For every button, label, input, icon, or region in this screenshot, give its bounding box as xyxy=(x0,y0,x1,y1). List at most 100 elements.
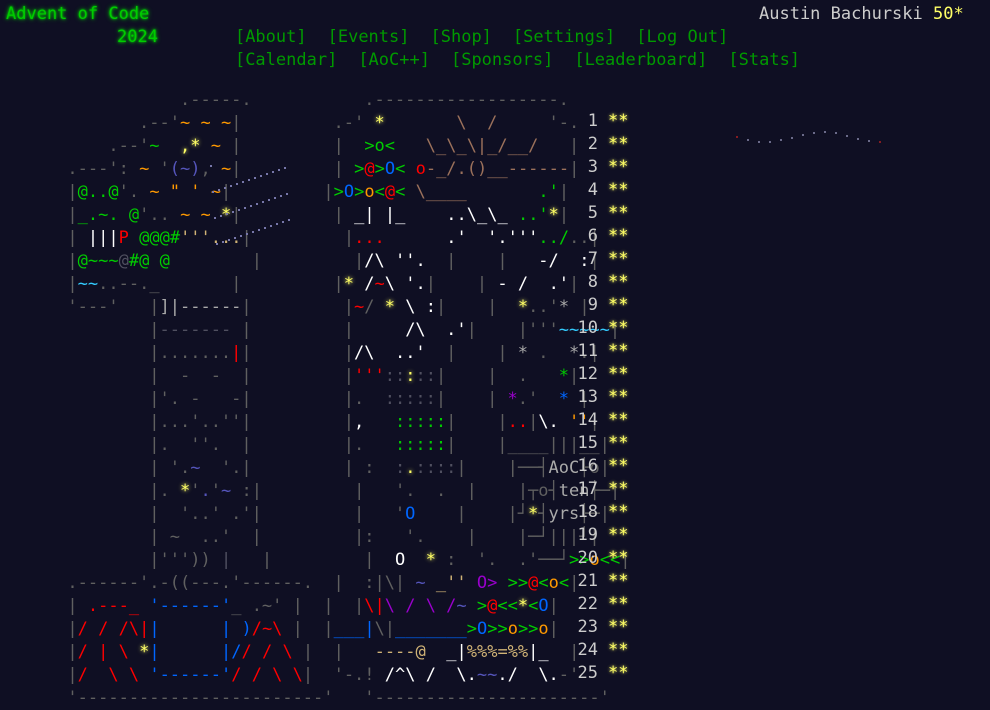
day-stars: ** xyxy=(608,111,629,131)
sparkle-dot xyxy=(758,141,760,143)
sparkle-dot xyxy=(780,139,782,141)
calendar-day-14-link[interactable]: 14 ** xyxy=(560,409,640,432)
day-number: 8 xyxy=(587,272,598,292)
day-stars: ** xyxy=(608,663,629,683)
calendar-day-19-link[interactable]: 19 ** xyxy=(560,524,640,547)
nav-sponsors-link[interactable]: [Sponsors] xyxy=(451,50,553,70)
calendar-day-20-link[interactable]: 20 ** xyxy=(560,547,640,570)
day-stars: ** xyxy=(608,456,629,476)
day-stars: ** xyxy=(608,364,629,384)
calendar-day-13-link[interactable]: 13 ** xyxy=(560,386,640,409)
calendar-day-12-link[interactable]: 12 ** xyxy=(560,363,640,386)
snowflake-dot xyxy=(270,225,272,227)
sparkle-dot xyxy=(879,141,881,143)
calendar-day-8-link[interactable]: 8 ** xyxy=(560,271,640,294)
snowflake-dot xyxy=(254,177,256,179)
day-number: 1 xyxy=(587,111,598,131)
snowflake-dot xyxy=(242,181,244,183)
nav-leaderboard-link[interactable]: [Leaderboard] xyxy=(574,50,707,70)
sparkle-trail-decoration xyxy=(736,128,896,152)
day-number: 5 xyxy=(587,203,598,223)
day-number: 9 xyxy=(587,295,598,315)
calendar-day-25-link[interactable]: 25 ** xyxy=(560,662,640,685)
sparkle-dot xyxy=(846,135,848,137)
calendar-day-16-link[interactable]: 16 ** xyxy=(560,455,640,478)
day-stars: ** xyxy=(608,525,629,545)
day-stars: ** xyxy=(608,571,629,591)
user-star-count: 50* xyxy=(933,4,964,24)
day-stars: ** xyxy=(608,249,629,269)
day-number: 16 xyxy=(577,456,598,476)
day-number: 12 xyxy=(577,364,598,384)
snowflake-dot xyxy=(268,199,270,201)
sparkle-dot xyxy=(824,131,826,133)
site-title-link[interactable]: Advent of Code xyxy=(6,3,149,26)
day-number: 20 xyxy=(577,548,598,568)
calendar-day-3-link[interactable]: 3 ** xyxy=(560,156,640,179)
user-info: Austin Bachurski 50* xyxy=(759,3,964,26)
calendar-ascii-art: .-----. .------------------. .--'~ ~ ~| … xyxy=(67,90,631,708)
day-number: 22 xyxy=(577,594,598,614)
day-stars: ** xyxy=(608,502,629,522)
calendar-day-15-link[interactable]: 15 ** xyxy=(560,432,640,455)
user-name: Austin Bachurski xyxy=(759,4,923,24)
snowflake-dot xyxy=(244,207,246,209)
day-number: 13 xyxy=(577,387,598,407)
snowflake-dot xyxy=(260,175,262,177)
day-stars: ** xyxy=(608,617,629,637)
snowflake-dot xyxy=(238,209,240,211)
calendar-day-17-link[interactable]: 17 ** xyxy=(560,478,640,501)
calendar-day-2-link[interactable]: 2 ** xyxy=(560,133,640,156)
day-stars: ** xyxy=(608,479,629,499)
calendar-day-9-link[interactable]: 9 ** xyxy=(560,294,640,317)
sparkle-dot xyxy=(835,132,837,134)
snowflake-dot xyxy=(230,185,232,187)
calendar-day-7-link[interactable]: 7 ** xyxy=(560,248,640,271)
calendar-day-10-link[interactable]: 10 ** xyxy=(560,317,640,340)
event-year-link[interactable]: 2024 xyxy=(117,26,158,49)
snowflake-dot xyxy=(256,203,258,205)
calendar-day-4-link[interactable]: 4 ** xyxy=(560,179,640,202)
snowflake-dot xyxy=(218,189,220,191)
calendar-day-23-link[interactable]: 23 ** xyxy=(560,616,640,639)
calendar-day-1-link[interactable]: 1 ** xyxy=(560,110,640,133)
site-header: Advent of Code 2024 [About] [Events] [Shop… xyxy=(6,3,986,70)
day-stars: ** xyxy=(608,226,629,246)
day-number: 23 xyxy=(577,617,598,637)
snowflake-dot xyxy=(240,235,242,237)
sparkle-dot xyxy=(868,140,870,142)
calendar-day-6-link[interactable]: 6 ** xyxy=(560,225,640,248)
snowflake-dot xyxy=(214,217,216,219)
day-number: 15 xyxy=(577,433,598,453)
snowflake-dot xyxy=(288,219,290,221)
calendar-day-22-link[interactable]: 22 ** xyxy=(560,593,640,616)
calendar-day-21-link[interactable]: 21 ** xyxy=(560,570,640,593)
day-number: 2 xyxy=(587,134,598,154)
sparkle-dot xyxy=(813,132,815,134)
snowflake-dot xyxy=(250,205,252,207)
snowflake-dot xyxy=(284,167,286,169)
snowflake-dot xyxy=(272,171,274,173)
snowflake-dot xyxy=(258,229,260,231)
snowflake-dot xyxy=(210,165,212,167)
nav-calendar-link[interactable]: [Calendar] xyxy=(235,50,337,70)
snowflake-dot xyxy=(266,173,268,175)
day-stars: ** xyxy=(608,387,629,407)
day-number: 11 xyxy=(577,341,598,361)
snowflake-dot xyxy=(216,243,218,245)
sparkle-dot xyxy=(736,136,738,138)
snowflake-dot xyxy=(226,213,228,215)
day-stars: ** xyxy=(608,157,629,177)
calendar-day-18-link[interactable]: 18 ** xyxy=(560,501,640,524)
snowflake-dot xyxy=(264,227,266,229)
snowflake-dot xyxy=(286,193,288,195)
nav-aocplusplus-link[interactable]: [AoC++] xyxy=(358,50,430,70)
calendar-day-11-link[interactable]: 11 ** xyxy=(560,340,640,363)
day-stars: ** xyxy=(608,272,629,292)
day-number: 3 xyxy=(587,157,598,177)
calendar-day-5-link[interactable]: 5 ** xyxy=(560,202,640,225)
snowflake-dot xyxy=(234,237,236,239)
snowflake-dot xyxy=(248,179,250,181)
nav-stats-link[interactable]: [Stats] xyxy=(728,50,800,70)
calendar-day-24-link[interactable]: 24 ** xyxy=(560,639,640,662)
